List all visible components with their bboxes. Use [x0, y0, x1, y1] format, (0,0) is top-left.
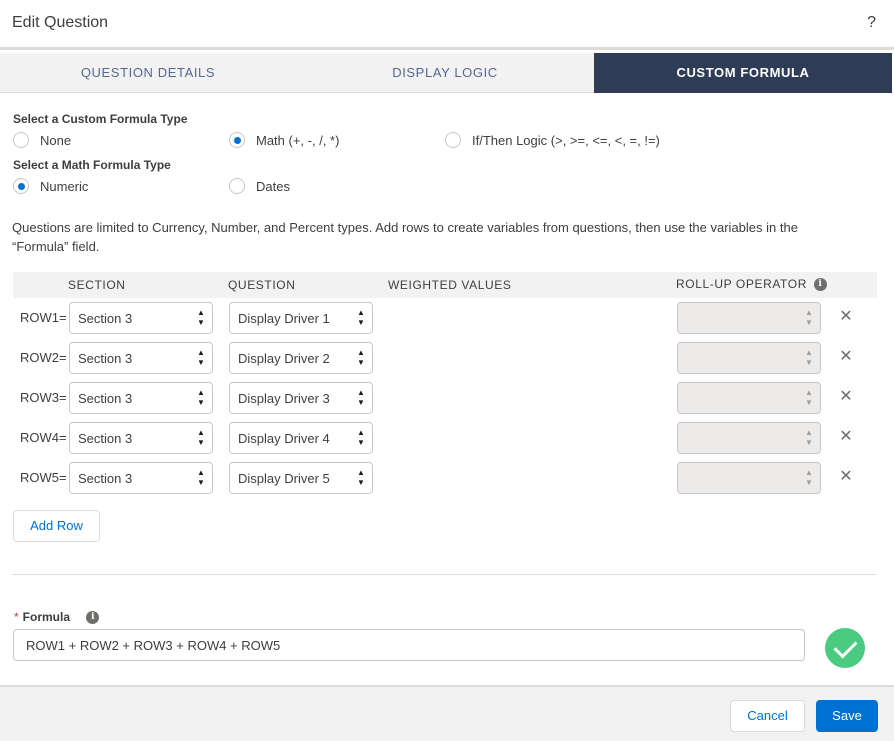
question-select[interactable]: Display Driver 5 ▲ ▼	[229, 462, 373, 494]
select-arrows-icon: ▲ ▼	[805, 388, 813, 407]
table-row: ROW5= Section 3 ▲ ▼ Display Driver 5 ▲ ▼ ▲…	[13, 462, 877, 494]
help-icon[interactable]: ?	[867, 14, 876, 32]
tab-custom-formula[interactable]: CUSTOM FORMULA	[594, 53, 892, 93]
row-label: ROW2=	[20, 350, 67, 365]
select-arrows-icon: ▲ ▼	[197, 348, 205, 367]
select-arrows-icon: ▲ ▼	[197, 388, 205, 407]
info-icon[interactable]: i	[86, 611, 100, 625]
select-arrows-icon: ▲ ▼	[357, 468, 365, 487]
column-header-weighted-values: WEIGHTED VALUES	[388, 278, 512, 292]
formula-label: * Formula i	[14, 610, 100, 625]
section-select[interactable]: Section 3 ▲ ▼	[69, 342, 213, 374]
select-arrows-icon: ▲ ▼	[805, 468, 813, 487]
select-arrows-icon: ▲ ▼	[805, 348, 813, 367]
table-row: ROW2= Section 3 ▲ ▼ Display Driver 2 ▲ ▼ ▲…	[13, 342, 877, 374]
tab-bar: QUESTION DETAILS DISPLAY LOGIC CUSTOM FO…	[0, 53, 892, 93]
description-text: Questions are limited to Currency, Numbe…	[12, 220, 798, 254]
row-label: ROW3=	[20, 390, 67, 405]
section-select-value: Section 3	[78, 311, 133, 326]
radio-circle	[229, 178, 245, 194]
select-arrows-icon: ▲ ▼	[357, 308, 365, 327]
radio-label: Math (+, -, /, *)	[256, 132, 340, 148]
modal-footer: Cancel Save	[0, 685, 894, 741]
rollup-select: ▲ ▼	[677, 422, 821, 454]
cancel-button[interactable]: Cancel	[730, 700, 805, 732]
question-select[interactable]: Display Driver 3 ▲ ▼	[229, 382, 373, 414]
row-label: ROW1=	[20, 310, 67, 325]
divider	[12, 574, 876, 575]
section-select[interactable]: Section 3 ▲ ▼	[69, 422, 213, 454]
radio-circle-selected	[229, 132, 245, 148]
select-arrows-icon: ▲ ▼	[197, 428, 205, 447]
column-header-rollup: ROLL-UP OPERATOR i	[676, 277, 827, 292]
formula-label-text: Formula	[22, 610, 71, 624]
rollup-select: ▲ ▼	[677, 382, 821, 414]
section-select[interactable]: Section 3 ▲ ▼	[69, 462, 213, 494]
select-arrows-icon: ▲ ▼	[197, 468, 205, 487]
radio-formula-ifthen[interactable]: If/Then Logic (>, >=, <=, <, =, !=)	[445, 132, 660, 148]
radio-math-numeric[interactable]: Numeric	[13, 178, 88, 194]
section-select-value: Section 3	[78, 431, 133, 446]
formula-type-label: Select a Custom Formula Type	[13, 112, 188, 126]
question-select[interactable]: Display Driver 2 ▲ ▼	[229, 342, 373, 374]
column-header-rollup-label: ROLL-UP OPERATOR	[676, 277, 807, 291]
question-select-value: Display Driver 4	[238, 431, 330, 446]
table-row: ROW4= Section 3 ▲ ▼ Display Driver 4 ▲ ▼ ▲…	[13, 422, 877, 454]
table-header: SECTION QUESTION WEIGHTED VALUES ROLL-UP…	[13, 272, 877, 298]
question-select-value: Display Driver 2	[238, 351, 330, 366]
radio-formula-math[interactable]: Math (+, -, /, *)	[229, 132, 339, 148]
section-select-value: Section 3	[78, 391, 133, 406]
rollup-select: ▲ ▼	[677, 462, 821, 494]
tab-question-details[interactable]: QUESTION DETAILS	[0, 53, 296, 93]
remove-row-close-icon[interactable]: ✕	[837, 388, 855, 406]
question-select-value: Display Driver 1	[238, 311, 330, 326]
row-label: ROW5=	[20, 470, 67, 485]
required-mark: *	[14, 610, 19, 624]
remove-row-close-icon[interactable]: ✕	[837, 428, 855, 446]
select-arrows-icon: ▲ ▼	[805, 428, 813, 447]
remove-row-close-icon[interactable]: ✕	[837, 308, 855, 326]
rollup-select: ▲ ▼	[677, 342, 821, 374]
radio-circle	[445, 132, 461, 148]
section-select[interactable]: Section 3 ▲ ▼	[69, 382, 213, 414]
tab-display-logic[interactable]: DISPLAY LOGIC	[296, 53, 594, 93]
add-row-button[interactable]: Add Row	[13, 510, 100, 542]
radio-label: Numeric	[40, 178, 89, 194]
radio-label: If/Then Logic (>, >=, <=, <, =, !=)	[472, 132, 660, 148]
section-select-value: Section 3	[78, 471, 133, 486]
question-select[interactable]: Display Driver 1 ▲ ▼	[229, 302, 373, 334]
section-select[interactable]: Section 3 ▲ ▼	[69, 302, 213, 334]
table-row: ROW1= Section 3 ▲ ▼ Display Driver 1 ▲ ▼ ▲…	[13, 302, 877, 334]
table-row: ROW3= Section 3 ▲ ▼ Display Driver 3 ▲ ▼ ▲…	[13, 382, 877, 414]
radio-circle-selected	[13, 178, 29, 194]
select-arrows-icon: ▲ ▼	[357, 388, 365, 407]
column-header-question: QUESTION	[228, 278, 296, 292]
radio-formula-none[interactable]: None	[13, 132, 71, 148]
question-select-value: Display Driver 5	[238, 471, 330, 486]
radio-label: Dates	[256, 178, 290, 194]
column-header-section: SECTION	[68, 278, 126, 292]
select-arrows-icon: ▲ ▼	[357, 348, 365, 367]
question-select-value: Display Driver 3	[238, 391, 330, 406]
math-type-label: Select a Math Formula Type	[13, 158, 171, 172]
rollup-select: ▲ ▼	[677, 302, 821, 334]
save-button[interactable]: Save	[816, 700, 878, 732]
remove-row-close-icon[interactable]: ✕	[837, 348, 855, 366]
select-arrows-icon: ▲ ▼	[357, 428, 365, 447]
modal-header: Edit Question ?	[0, 0, 894, 50]
formula-input[interactable]: ROW1 + ROW2 + ROW3 + ROW4 + ROW5	[13, 629, 805, 661]
question-select[interactable]: Display Driver 4 ▲ ▼	[229, 422, 373, 454]
info-icon[interactable]: i	[813, 278, 827, 292]
valid-check-icon	[825, 628, 865, 668]
section-select-value: Section 3	[78, 351, 133, 366]
remove-row-close-icon[interactable]: ✕	[837, 468, 855, 486]
row-label: ROW4=	[20, 430, 67, 445]
radio-label: None	[40, 132, 72, 148]
radio-circle	[13, 132, 29, 148]
modal-title: Edit Question	[12, 14, 109, 31]
select-arrows-icon: ▲ ▼	[805, 308, 813, 327]
select-arrows-icon: ▲ ▼	[197, 308, 205, 327]
radio-math-dates[interactable]: Dates	[229, 178, 290, 194]
